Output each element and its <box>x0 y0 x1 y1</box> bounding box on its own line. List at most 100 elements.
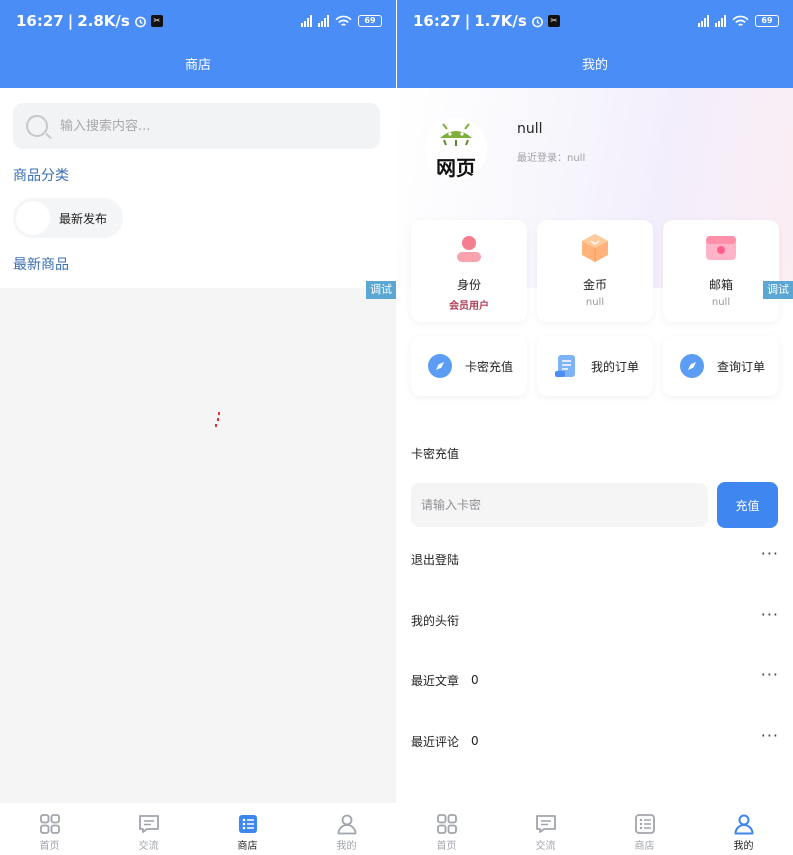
android-logo-icon <box>440 123 472 146</box>
tab-home[interactable]: 首页 <box>397 803 496 855</box>
my-title-row[interactable]: 我的头衔 ··· <box>411 607 779 630</box>
row-label: 最近文章 <box>411 673 460 688</box>
avatar[interactable]: 网页 <box>425 118 487 180</box>
shop-content: 商品分类 最新发布 最新商品 <box>0 88 396 288</box>
tab-home[interactable]: 首页 <box>0 803 99 855</box>
category-thumb <box>16 201 50 235</box>
app-notification-icon: ✂ <box>150 15 163 27</box>
row-count: 0 <box>471 673 479 687</box>
status-bar: 16:27 | 2.8K/s ✂ 69 <box>16 10 382 32</box>
query-order-label: 查询订单 <box>717 359 766 374</box>
network-speed: 2.8K/s <box>77 12 130 30</box>
card-key-input[interactable] <box>411 483 708 527</box>
my-orders-label: 我的订单 <box>591 359 640 374</box>
document-icon <box>555 355 575 377</box>
identity-card[interactable]: 身份 会员用户 <box>411 220 527 322</box>
shop-screen: 16:27 | 2.8K/s ✂ 69 商店 商品分类 最新发布 最新商品 <box>0 0 396 855</box>
signal-icon-2 <box>715 15 726 27</box>
row-label: 我的头衔 <box>411 613 460 628</box>
coins-value: null <box>585 297 605 308</box>
network-speed: 1.7K/s <box>474 12 527 30</box>
tab-shop[interactable]: 商店 <box>595 803 694 855</box>
user-icon <box>734 814 753 835</box>
message-icon <box>138 815 159 833</box>
alarm-icon <box>531 16 543 27</box>
identity-value: 会员用户 <box>449 301 489 312</box>
email-value: null <box>711 297 731 308</box>
alarm-icon <box>134 16 146 27</box>
tab-chat[interactable]: 交流 <box>496 803 595 855</box>
tab-mine[interactable]: 我的 <box>297 803 396 855</box>
user-name: null <box>517 121 543 137</box>
tab-shop-label: 商店 <box>634 841 655 852</box>
more-icon[interactable]: ··· <box>761 607 779 623</box>
grid-icon <box>39 814 60 834</box>
row-label: 退出登陆 <box>411 552 460 567</box>
category-title: 商品分类 <box>13 168 69 184</box>
top-bar: 16:27 | 2.8K/s ✂ 69 商店 <box>0 0 396 88</box>
tab-mine-label: 我的 <box>733 841 754 852</box>
tab-bar: 首页 交流 商店 我的 <box>397 803 793 855</box>
more-icon[interactable]: ··· <box>761 546 779 562</box>
search-box[interactable] <box>13 103 380 149</box>
list-icon <box>634 814 655 834</box>
more-icon[interactable]: ··· <box>761 728 779 744</box>
user-icon <box>337 814 356 835</box>
card-recharge-label: 卡密充值 <box>465 359 514 374</box>
status-bar: 16:27 | 1.7K/s ✂ 69 <box>413 10 779 32</box>
profile-screen: 16:27 | 1.7K/s ✂ 69 我的 网页 null 最近登录：null <box>397 0 793 855</box>
compass-icon <box>680 354 704 378</box>
category-chip[interactable]: 最新发布 <box>13 198 123 238</box>
row-count: 0 <box>471 734 479 748</box>
page-title: 我的 <box>581 58 608 73</box>
tab-shop[interactable]: 商店 <box>198 803 297 855</box>
battery-icon: 69 <box>358 15 382 27</box>
wifi-icon <box>335 15 352 26</box>
battery-icon: 69 <box>755 15 779 27</box>
logout-row[interactable]: 退出登陆 ··· <box>411 546 779 569</box>
status-time: 16:27 <box>16 12 64 30</box>
page-title: 商店 <box>184 58 211 73</box>
category-chip-label: 最新发布 <box>59 211 108 226</box>
list-icon <box>238 815 257 833</box>
latest-products-title: 最新商品 <box>13 257 69 273</box>
tab-chat[interactable]: 交流 <box>99 803 198 855</box>
debug-button[interactable]: 调试 <box>763 281 793 299</box>
coins-card[interactable]: 金币 null <box>537 220 653 322</box>
search-input[interactable] <box>60 118 340 134</box>
tab-mine[interactable]: 我的 <box>694 803 793 855</box>
row-label: 最近评论 <box>411 734 460 749</box>
recent-comments-row[interactable]: 最近评论 0 ··· <box>411 728 779 751</box>
recharge-button[interactable]: 充值 <box>717 482 778 528</box>
tab-bar: 首页 交流 商店 我的 <box>0 803 396 855</box>
tab-chat-label: 交流 <box>535 841 556 852</box>
wifi-icon <box>732 15 749 26</box>
tab-home-label: 首页 <box>39 841 60 852</box>
signal-icon <box>301 15 312 27</box>
signal-icon <box>698 15 709 27</box>
app-notification-icon: ✂ <box>547 15 560 27</box>
card-recharge-button[interactable]: 卡密充值 <box>411 336 527 396</box>
search-icon <box>26 115 48 137</box>
query-order-button[interactable]: 查询订单 <box>663 336 779 396</box>
avatar-caption: 网页 <box>436 156 476 180</box>
last-login: 最近登录：null <box>517 153 586 164</box>
email-card[interactable]: 邮箱 null <box>663 220 779 322</box>
grid-icon <box>436 814 457 834</box>
more-icon[interactable]: ··· <box>761 667 779 683</box>
coins-label: 金币 <box>582 278 607 292</box>
email-label: 邮箱 <box>708 278 733 292</box>
my-orders-button[interactable]: 我的订单 <box>537 336 653 396</box>
person-icon <box>457 236 481 262</box>
recent-articles-row[interactable]: 最近文章 0 ··· <box>411 667 779 690</box>
tab-mine-label: 我的 <box>336 841 357 852</box>
mailbox-icon <box>706 236 736 260</box>
recharge-section-title: 卡密充值 <box>411 447 460 461</box>
status-time: 16:27 <box>413 12 461 30</box>
compass-icon <box>428 354 452 378</box>
debug-button[interactable]: 调试 <box>366 281 396 299</box>
tab-home-label: 首页 <box>436 841 457 852</box>
identity-label: 身份 <box>456 278 481 292</box>
tab-shop-label: 商店 <box>237 841 258 852</box>
tab-chat-label: 交流 <box>138 841 159 852</box>
